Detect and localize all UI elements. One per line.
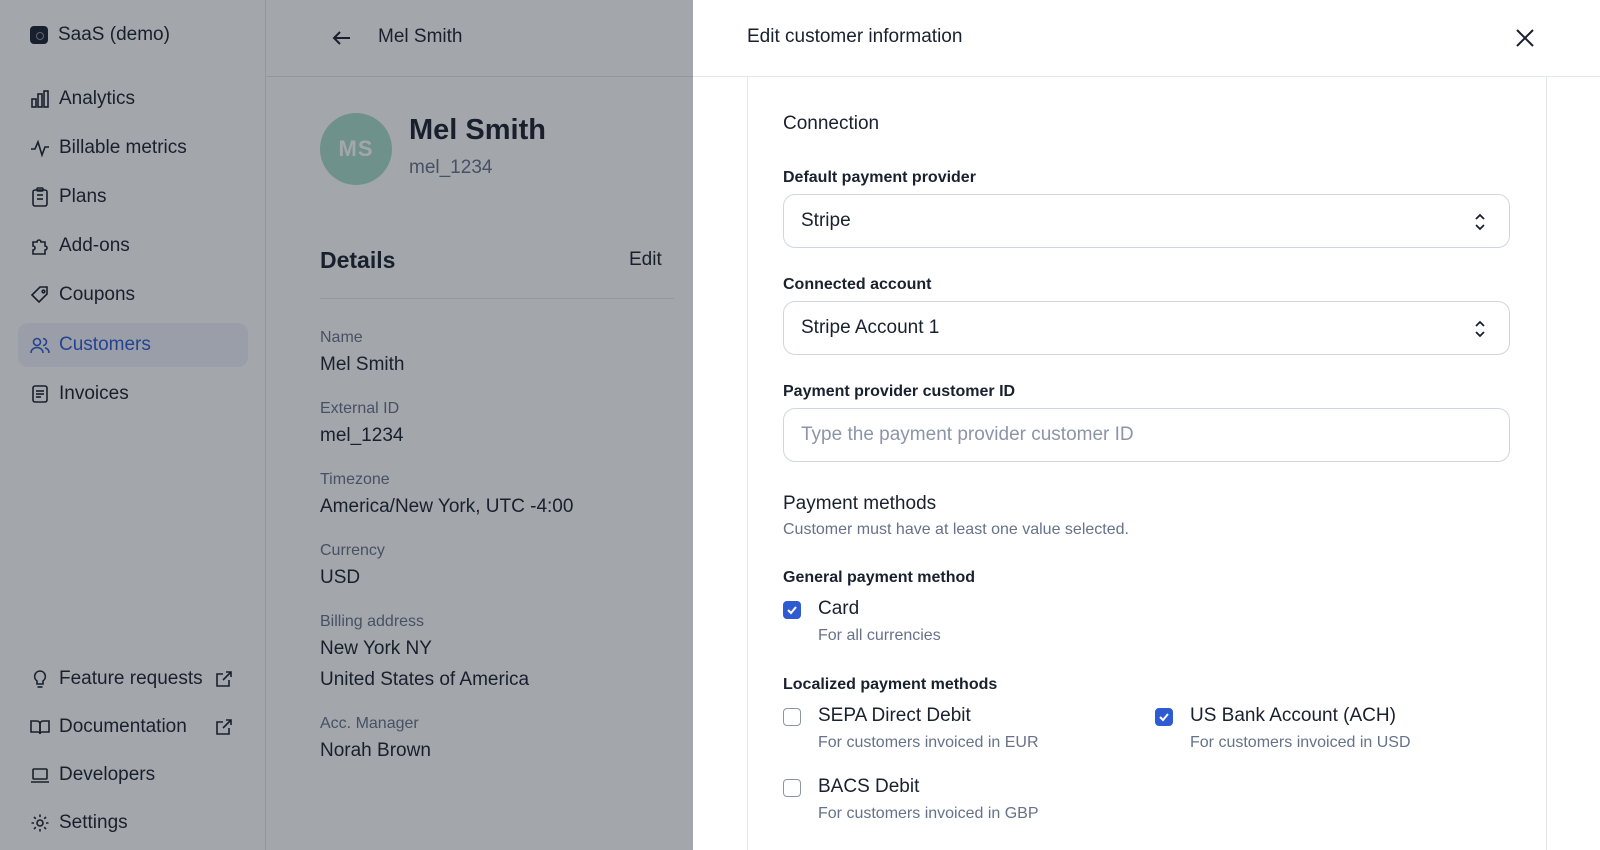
connected-account-select[interactable]: Stripe Account 1: [783, 301, 1510, 355]
payment-methods-help: Customer must have at least one value se…: [783, 521, 1129, 538]
ach-checkbox[interactable]: [1155, 708, 1173, 726]
bacs-label: BACS Debit: [818, 776, 920, 797]
close-icon[interactable]: [1511, 24, 1539, 52]
drawer-title: Edit customer information: [747, 26, 963, 47]
default-provider-select[interactable]: Stripe: [783, 194, 1510, 248]
sepa-checkbox[interactable]: [783, 708, 801, 726]
sepa-desc: For customers invoiced in EUR: [818, 734, 1039, 751]
card-desc: For all currencies: [818, 627, 941, 644]
sepa-label: SEPA Direct Debit: [818, 705, 971, 726]
connected-account-value: Stripe Account 1: [801, 317, 940, 338]
edit-customer-drawer: Edit customer information Connection Def…: [693, 0, 1600, 850]
default-provider-value: Stripe: [801, 210, 851, 231]
general-payment-method-label: General payment method: [783, 569, 976, 586]
card-label: Card: [818, 598, 860, 619]
ach-desc: For customers invoiced in USD: [1190, 734, 1411, 751]
checkmark-icon: [787, 606, 797, 615]
connection-card: Connection Default payment provider Stri…: [747, 77, 1547, 850]
drawer-header: Edit customer information: [693, 0, 1600, 77]
chevron-up-down-icon: [1475, 213, 1485, 231]
provider-customer-id-input[interactable]: [783, 408, 1510, 462]
bacs-checkbox[interactable]: [783, 779, 801, 797]
chevron-up-down-icon: [1475, 320, 1485, 338]
provider-customer-id-label: Payment provider customer ID: [783, 383, 1016, 400]
drawer-backdrop[interactable]: [0, 0, 693, 850]
connected-account-label: Connected account: [783, 276, 932, 293]
connection-heading: Connection: [783, 113, 880, 134]
payment-methods-heading: Payment methods: [783, 493, 937, 514]
default-provider-label: Default payment provider: [783, 169, 976, 186]
card-checkbox[interactable]: [783, 601, 801, 619]
bacs-desc: For customers invoiced in GBP: [818, 805, 1039, 822]
ach-label: US Bank Account (ACH): [1190, 705, 1396, 726]
checkmark-icon: [1159, 713, 1169, 722]
localized-payment-methods-label: Localized payment methods: [783, 676, 998, 693]
